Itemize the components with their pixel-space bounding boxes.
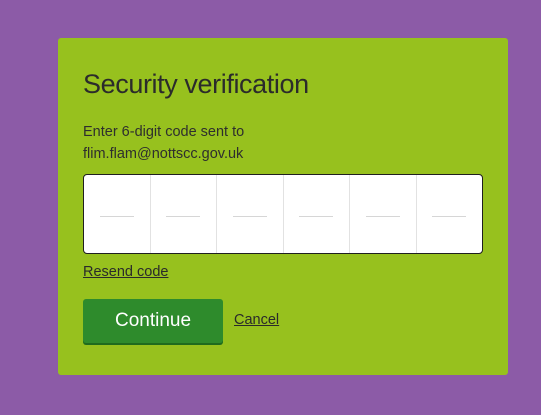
code-digit-5-input[interactable] [350,175,417,253]
resend-code-link[interactable]: Resend code [83,264,168,280]
code-input-group [83,174,483,254]
digit-placeholder [232,215,267,217]
digit-placeholder [99,215,134,217]
cancel-link[interactable]: Cancel [234,312,279,328]
code-digit-2-input[interactable] [151,175,217,253]
page-title: Security verification [83,69,309,99]
code-digit-1-input[interactable] [84,175,151,253]
continue-button[interactable]: Continue [83,299,223,343]
digit-placeholder [432,215,467,217]
instruction-text: Enter 6-digit code sent to flim.flam@not… [83,121,483,165]
digit-placeholder [365,215,400,217]
digit-placeholder [299,215,334,217]
security-verification-card: Security verification Enter 6-digit code… [58,38,508,375]
email-address: flim.flam@nottscc.gov.uk [83,146,244,162]
digit-placeholder [166,215,201,217]
instruction-line: Enter 6-digit code sent to [83,124,245,140]
code-digit-6-input[interactable] [417,175,483,253]
code-digit-4-input[interactable] [284,175,350,253]
code-digit-3-input[interactable] [217,175,284,253]
